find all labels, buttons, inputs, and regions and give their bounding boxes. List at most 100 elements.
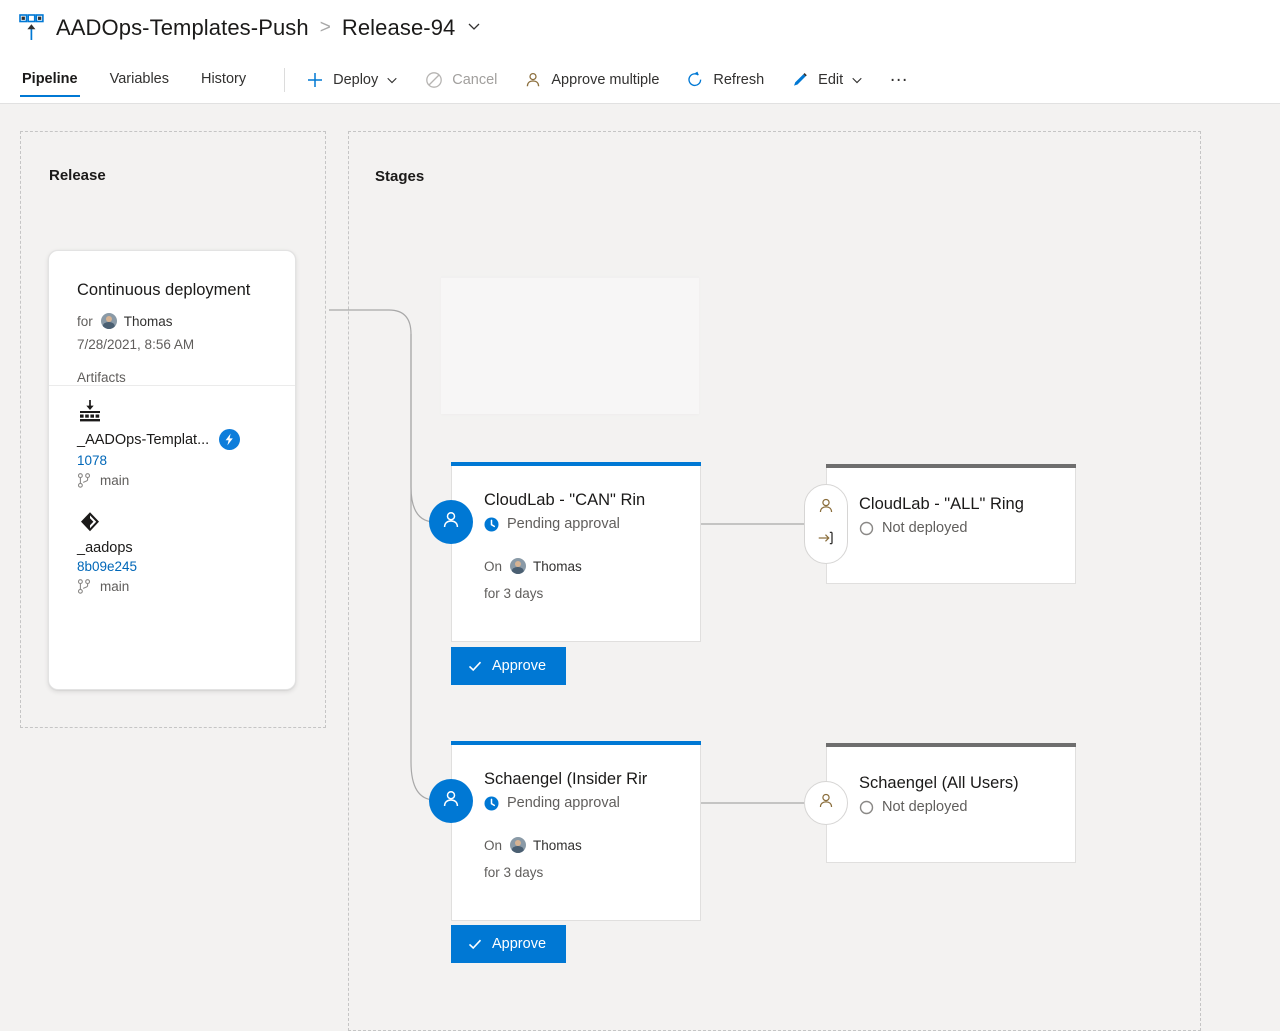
stage-status-text: Pending approval [507, 516, 620, 532]
pipeline-canvas: Release Continuous deployment for Thomas… [0, 104, 1280, 1031]
artifacts-label: Artifacts [77, 370, 126, 385]
artifact-item[interactable]: _AADOps-Templat... 1078 main [77, 399, 273, 488]
checkmark-icon [467, 936, 483, 952]
refresh-button[interactable]: Refresh [685, 63, 764, 97]
artifact-name[interactable]: _AADOps-Templat... [77, 432, 209, 448]
breadcrumb-release[interactable]: Release-94 [342, 15, 456, 41]
stage-pending-duration: for 3 days [484, 865, 544, 880]
artifact-name-row: _aadops [77, 540, 273, 556]
git-repo-artifact-icon [77, 510, 103, 539]
approve-button-label: Approve [492, 936, 547, 952]
checkmark-icon [467, 658, 483, 674]
artifact-branch-row: main [77, 579, 273, 594]
stage-name: Schaengel (Insider Rir [484, 770, 648, 788]
stage-pre-conditions-badge-cloudlab-all-ring[interactable] [804, 484, 848, 564]
stage-status-row: Not deployed [859, 520, 1063, 536]
stage-pre-conditions-badge-schaengel-all-users[interactable] [804, 781, 848, 825]
approve-multiple-button[interactable]: Approve multiple [523, 63, 659, 97]
tab-pipeline[interactable]: Pipeline [20, 56, 80, 103]
stage-status-row: Pending approval [484, 795, 688, 811]
release-for-label: for [77, 313, 93, 329]
stage-card-body: CloudLab - "ALL" Ring Not deployed [827, 465, 1075, 536]
release-requested-by-row: for Thomas [77, 313, 273, 329]
chevron-down-icon[interactable] [851, 74, 863, 86]
refresh-icon [685, 70, 705, 90]
stages-panel-title: Stages [375, 168, 425, 185]
stage-status-bar [451, 462, 701, 466]
approve-button-schaengel-insider-ring[interactable]: Approve [451, 925, 567, 963]
person-icon [816, 791, 836, 816]
cancel-button: Cancel [424, 63, 497, 97]
tab-history[interactable]: History [199, 56, 248, 103]
command-bar: Pipeline Variables History Deploy Cancel [0, 56, 1280, 103]
cancel-icon [424, 70, 444, 90]
person-icon [816, 496, 836, 521]
stage-card-schaengel-all-users[interactable]: Schaengel (All Users) Not deployed [826, 743, 1076, 863]
stage-card-cloudlab-all-ring[interactable]: CloudLab - "ALL" Ring Not deployed [826, 464, 1076, 584]
stage-status-row: Not deployed [859, 799, 1063, 815]
stage-on-label: On [484, 558, 503, 574]
branch-icon [77, 579, 93, 594]
app-header: AADOps-Templates-Push > Release-94 Pipel… [0, 0, 1280, 104]
release-trigger-name: Continuous deployment [77, 281, 251, 299]
user-avatar [510, 558, 527, 574]
approve-button-cloudlab-can-ring[interactable]: Approve [451, 647, 567, 685]
stage-approval-badge-cloudlab-can-ring[interactable] [429, 500, 473, 544]
stage-status-text: Not deployed [882, 799, 968, 815]
stage-on-label: On [484, 837, 503, 853]
breadcrumb-project[interactable]: AADOps-Templates-Push [56, 15, 309, 41]
stage-card-body: CloudLab - "CAN" Rin Pending approval On… [452, 463, 700, 601]
tab-variables[interactable]: Variables [108, 56, 171, 103]
gate-icon [816, 528, 836, 553]
artifact-name[interactable]: _aadops [77, 540, 133, 556]
release-card[interactable]: Continuous deployment for Thomas 7/28/20… [48, 250, 296, 690]
release-pipeline-icon [18, 13, 46, 43]
edit-button[interactable]: Edit [790, 63, 863, 97]
continuous-deployment-trigger-icon [219, 429, 241, 450]
artifact-version[interactable]: 1078 [77, 453, 273, 468]
stage-approval-badge-schaengel-insider-ring[interactable] [429, 779, 473, 823]
artifact-item[interactable]: _aadops 8b09e245 main [77, 510, 273, 594]
stage-status-bar [826, 743, 1076, 747]
stage-status-bar [451, 741, 701, 745]
branch-icon [77, 473, 93, 488]
user-avatar [100, 313, 117, 329]
pending-clock-icon [484, 796, 499, 811]
stage-status-row: Pending approval [484, 516, 688, 532]
build-artifact-icon [77, 399, 103, 428]
stage-card-body: Schaengel (Insider Rir Pending approval … [452, 742, 700, 880]
artifact-branch-row: main [77, 473, 273, 488]
stage-name: CloudLab - "CAN" Rin [484, 491, 646, 509]
not-deployed-circle-icon [859, 800, 874, 815]
chevron-down-icon[interactable] [386, 74, 398, 86]
release-date: 7/28/2021, 8:56 AM [77, 337, 195, 352]
artifact-icon-row [77, 510, 273, 538]
stage-name: Schaengel (All Users) [859, 774, 1019, 792]
stage-approver-name: Thomas [533, 558, 582, 574]
not-deployed-circle-icon [859, 521, 874, 536]
artifact-version[interactable]: 8b09e245 [77, 559, 273, 574]
refresh-label: Refresh [713, 71, 765, 88]
person-icon [440, 788, 462, 815]
chevron-down-icon[interactable] [467, 19, 481, 38]
more-commands-button[interactable]: … [889, 63, 910, 97]
stage-card-schaengel-insider-ring[interactable]: Schaengel (Insider Rir Pending approval … [451, 741, 701, 921]
approve-button-label: Approve [492, 658, 547, 674]
breadcrumb: AADOps-Templates-Push > Release-94 [18, 10, 481, 46]
stage-name: CloudLab - "ALL" Ring [859, 495, 1024, 513]
stage-card-cloudlab-can-ring[interactable]: CloudLab - "CAN" Rin Pending approval On… [451, 462, 701, 642]
person-icon [440, 509, 462, 536]
stage-approver-row: On Thomas [484, 558, 688, 574]
stage-pending-duration: for 3 days [484, 586, 544, 601]
deploy-label: Deploy [333, 71, 379, 88]
artifact-name-row: _AADOps-Templat... [77, 429, 273, 450]
stage-approver-row: On Thomas [484, 837, 688, 853]
pending-clock-icon [484, 517, 499, 532]
stage-status-text: Not deployed [882, 520, 968, 536]
stage-status-text: Pending approval [507, 795, 620, 811]
plus-icon [305, 70, 325, 90]
command-divider [284, 67, 286, 92]
artifact-branch-name: main [100, 473, 130, 488]
release-requester-name: Thomas [123, 313, 173, 329]
deploy-button[interactable]: Deploy [305, 63, 398, 97]
